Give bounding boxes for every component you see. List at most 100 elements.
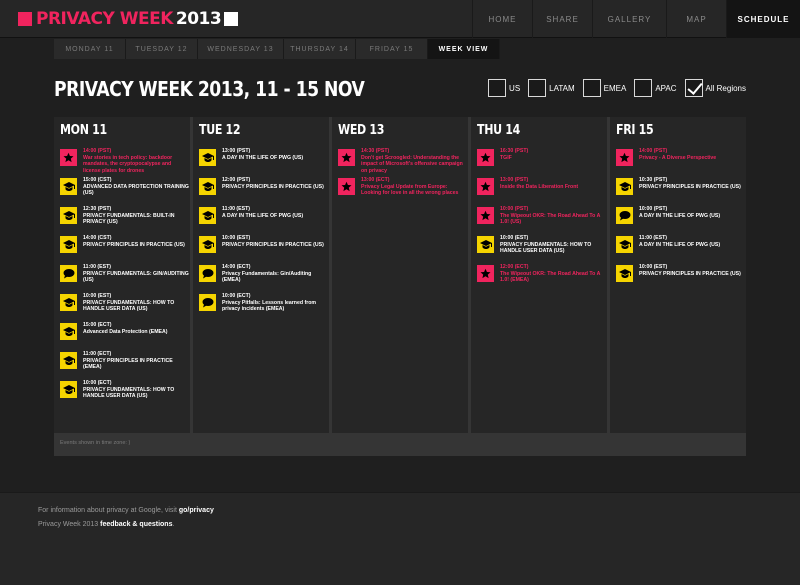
event-item[interactable]: 14:00 (CST) PRIVACY PRINCIPLES IN PRACTIC… [60, 235, 190, 253]
event-title: A DAY IN THE LIFE OF PWG (US) [222, 212, 304, 219]
event-item[interactable]: 11:00 (EST) A DAY IN THE LIFE OF PWG (US) [199, 206, 329, 224]
tab-week-view[interactable]: WEEK VIEW [428, 39, 500, 59]
event-time: 10:00 (ECT) [222, 293, 251, 299]
star-icon [477, 265, 494, 282]
event-item[interactable]: 14:00 (PST) Privacy - A Diverse Perspecti… [616, 148, 746, 166]
event-item[interactable]: 13:00 (PST) A DAY IN THE LIFE OF PWG (US) [199, 148, 329, 166]
event-item[interactable]: 10:00 (PST) A DAY IN THE LIFE OF PWG (US) [616, 206, 746, 224]
checkbox-us[interactable] [488, 79, 507, 97]
event-item[interactable]: 10:00 (EST) PRIVACY FUNDAMENTALS: HOW TO … [60, 293, 190, 313]
footer-feedback-text: Privacy Week 2013 [38, 521, 101, 528]
event-item[interactable]: 10:00 (PST) The Wipeout OKR: The Road Ahe… [477, 206, 607, 226]
speech-bubble-icon [199, 294, 216, 311]
logo-white-square [224, 12, 239, 26]
event-time: 10:00 (EST) [500, 235, 529, 241]
event-item[interactable]: 10:00 (EST) PRIVACY PRINCIPLES IN PRACTIC… [616, 264, 746, 282]
graduation-cap-icon [477, 236, 494, 253]
site-logo[interactable]: PRIVACY WEEK 2013 [18, 7, 239, 31]
graduation-cap-icon [616, 236, 633, 253]
region-label-us: US [509, 83, 521, 93]
event-item[interactable]: 10:30 (PST) PRIVACY PRINCIPLES IN PRACTIC… [616, 177, 746, 195]
checkbox-all-regions[interactable] [684, 79, 703, 97]
nav-schedule[interactable]: SCHEDULE [726, 0, 800, 38]
event-title: Privacy Legal Update from Europe: Lookin… [361, 183, 459, 197]
event-item[interactable]: 12:00 (PST) PRIVACY PRINCIPLES IN PRACTIC… [199, 177, 329, 195]
nav-map[interactable]: MAP [666, 0, 726, 38]
day-column-mon: MON 11 14:00 (PST) War stories in tech po… [54, 117, 190, 433]
star-icon [477, 178, 494, 195]
tab-monday[interactable]: MONDAY 11 [54, 39, 126, 59]
region-filter-all[interactable]: All Regions [684, 79, 746, 97]
event-title: Privacy - A Diverse Perspective [639, 154, 717, 161]
event-item[interactable]: 10:00 (ECT) Privacy Pitfalls: Lessons lea… [199, 293, 329, 313]
event-item[interactable]: 11:00 (ECT) PRIVACY PRINCIPLES IN PRACTIC… [60, 351, 190, 371]
event-item[interactable]: 11:00 (EST) PRIVACY FUNDAMENTALS: GIN/AUD… [60, 264, 190, 284]
event-title: Privacy Pitfalls: Lessons learned from p… [222, 299, 316, 313]
day-heading: WED 13 [338, 123, 385, 138]
event-item[interactable]: 12:00 (ECT) The Wipeout OKR: The Road Ahe… [477, 264, 607, 284]
event-item[interactable]: 10:00 (ECT) PRIVACY FUNDAMENTALS: HOW TO … [60, 380, 190, 400]
event-time: 11:00 (EST) [222, 206, 250, 212]
tab-wednesday[interactable]: WEDNESDAY 13 [198, 39, 284, 59]
tab-friday[interactable]: FRIDAY 15 [356, 39, 428, 59]
event-item[interactable]: 14:30 (PST) Don't get Scroogled: Understa… [338, 148, 468, 174]
region-filter-emea[interactable]: EMEA [582, 79, 626, 97]
event-time: 15:00 (CST) [83, 177, 112, 183]
event-time: 10:00 (PST) [639, 206, 668, 212]
event-title: Inside the Data Liberation Front [500, 183, 579, 190]
tab-tuesday[interactable]: TUESDAY 12 [126, 39, 198, 59]
event-title: War stories in tech policy: backdoor man… [83, 154, 173, 174]
day-tabs: MONDAY 11 TUESDAY 12 WEDNESDAY 13 THURSD… [54, 39, 500, 59]
feedback-link[interactable]: feedback & questions [100, 521, 172, 528]
nav-home[interactable]: HOME [472, 0, 532, 38]
event-item[interactable]: 15:00 (CST) ADVANCED DATA PROTECTION TRAI… [60, 177, 190, 197]
region-filter-us[interactable]: US [488, 79, 520, 97]
event-time: 10:00 (PST) [500, 206, 529, 212]
event-time: 14:30 (PST) [361, 148, 390, 154]
graduation-cap-icon [199, 236, 216, 253]
event-item[interactable]: 16:30 (PST) TGIF [477, 148, 607, 166]
event-title: ADVANCED DATA PROTECTION TRAINING (US) [83, 183, 189, 197]
graduation-cap-icon [60, 236, 77, 253]
event-item[interactable]: 14:00 (ECT) Privacy Fundamentals: Gin/Aud… [199, 264, 329, 284]
event-time: 11:00 (EST) [83, 264, 111, 270]
event-item[interactable]: 12:30 (PST) PRIVACY FUNDAMENTALS: BUILT-I… [60, 206, 190, 226]
graduation-cap-icon [60, 294, 77, 311]
event-item[interactable]: 15:00 (ECT) Advanced Data Protection (EME… [60, 322, 190, 340]
event-title: Don't get Scroogled: Understanding the i… [361, 154, 463, 174]
event-item[interactable]: 13:00 (PST) Inside the Data Liberation Fr… [477, 177, 607, 195]
event-time: 11:00 (EST) [639, 235, 667, 241]
event-title: PRIVACY PRINCIPLES IN PRACTICE (US) [639, 270, 741, 277]
region-filter-apac[interactable]: APAC [634, 79, 677, 97]
event-item[interactable]: 13:00 (ECT) Privacy Legal Update from Eur… [338, 177, 468, 197]
graduation-cap-icon [60, 381, 77, 398]
tab-thursday[interactable]: THURSDAY 14 [284, 39, 356, 59]
day-column-tue: TUE 12 13:00 (PST) A DAY IN THE LIFE OF P… [193, 117, 329, 433]
day-heading: FRI 15 [616, 123, 654, 138]
event-title: PRIVACY PRINCIPLES IN PRACTICE (EMEA) [83, 357, 173, 371]
event-item[interactable]: 10:00 (EST) PRIVACY FUNDAMENTALS: HOW TO … [477, 235, 607, 255]
nav-share[interactable]: SHARE [532, 0, 592, 38]
event-item[interactable]: 10:00 (EST) PRIVACY PRINCIPLES IN PRACTIC… [199, 235, 329, 253]
event-item[interactable]: 11:00 (EST) A DAY IN THE LIFE OF PWG (US) [616, 235, 746, 253]
checkbox-emea[interactable] [582, 79, 601, 97]
nav-gallery[interactable]: GALLERY [592, 0, 666, 38]
event-title: TGIF [500, 154, 512, 161]
speech-bubble-icon [199, 265, 216, 282]
region-filter-latam[interactable]: LATAM [528, 79, 575, 97]
checkbox-latam[interactable] [528, 79, 547, 97]
event-title: PRIVACY FUNDAMENTALS: HOW TO HANDLE USER… [83, 299, 175, 313]
event-title: PRIVACY PRINCIPLES IN PRACTICE (US) [222, 241, 324, 248]
checkbox-apac[interactable] [634, 79, 653, 97]
day-column-fri: FRI 15 14:00 (PST) Privacy - A Diverse Pe… [610, 117, 746, 433]
speech-bubble-icon [60, 265, 77, 282]
event-item[interactable]: 14:00 (PST) War stories in tech policy: b… [60, 148, 190, 174]
day-column-wed: WED 13 14:30 (PST) Don't get Scroogled: U… [332, 117, 468, 433]
star-icon [477, 149, 494, 166]
privacy-link[interactable]: go/privacy [179, 507, 214, 514]
graduation-cap-icon [616, 178, 633, 195]
event-title: The Wipeout OKR: The Road Ahead To A 1.0… [500, 270, 601, 284]
graduation-cap-icon [616, 265, 633, 282]
event-time: 10:30 (PST) [639, 177, 668, 183]
event-time: 11:00 (ECT) [83, 351, 112, 357]
